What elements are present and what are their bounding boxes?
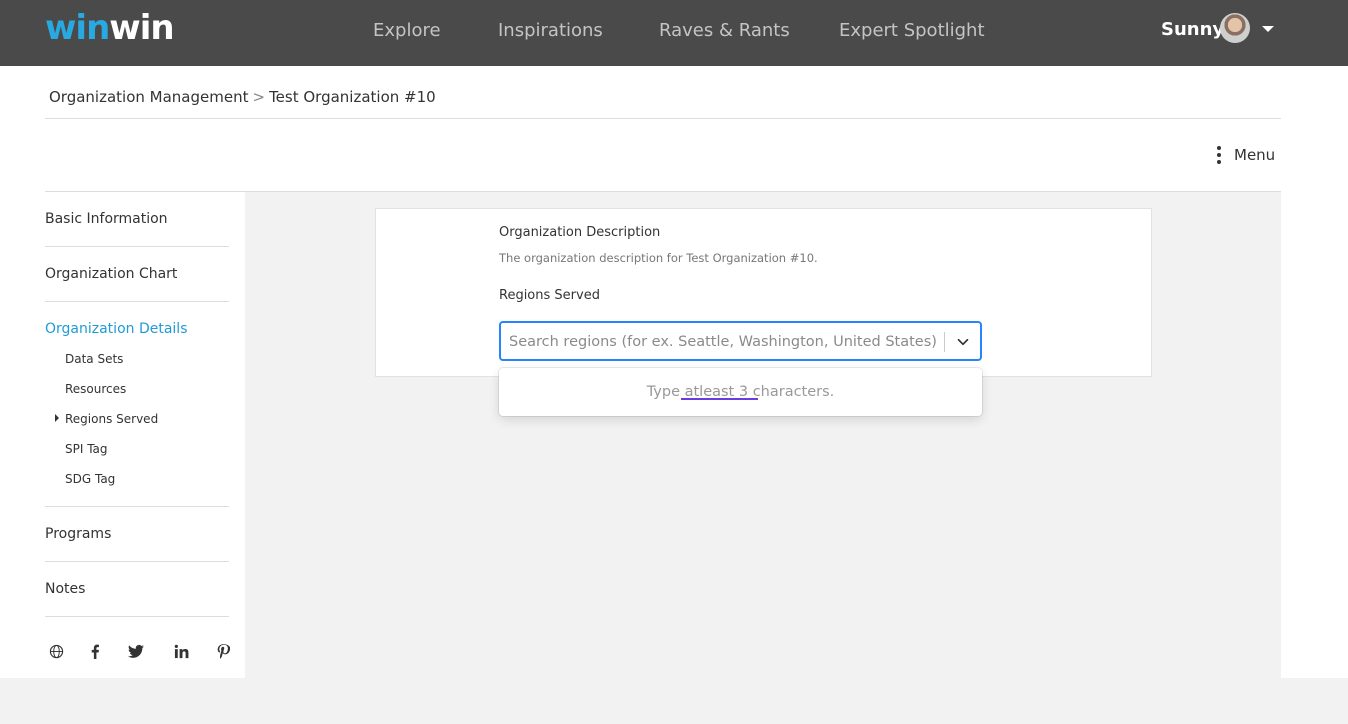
sidebar-item-organization-details[interactable]: Organization Details (45, 320, 188, 338)
regions-served-label: Regions Served (499, 288, 600, 303)
kebab-menu-icon (1217, 146, 1221, 164)
nav-expert-spotlight[interactable]: Expert Spotlight (839, 20, 985, 42)
sidebar-subitem-resources[interactable]: Resources (65, 381, 126, 397)
breadcrumb-separator: > (252, 88, 266, 106)
sidebar-item-programs[interactable]: Programs (45, 525, 111, 543)
sidebar-divider (45, 301, 229, 302)
twitter-icon[interactable] (128, 643, 144, 659)
regions-search-input[interactable] (509, 331, 939, 353)
logo-part2: win (109, 8, 174, 48)
indicator-separator (944, 332, 945, 352)
chevron-down-icon[interactable] (954, 333, 972, 351)
regions-dropdown-menu: Type atleast 3 characters. (499, 368, 982, 416)
organization-description-label: Organization Description (499, 225, 661, 240)
globe-icon[interactable] (48, 643, 64, 659)
facebook-icon[interactable] (87, 643, 103, 659)
sidebar-subitem-sdg-tag[interactable]: SDG Tag (65, 471, 115, 487)
nav-raves-rants[interactable]: Raves & Rants (659, 20, 790, 42)
regions-search-select[interactable] (499, 321, 982, 361)
sidebar-subitem-regions-served[interactable]: Regions Served (65, 411, 158, 427)
user-name[interactable]: Sunny (1161, 19, 1224, 41)
menu-button[interactable]: Menu (1217, 144, 1275, 166)
winwin-logo[interactable]: winwin (45, 8, 175, 48)
sidebar-divider (45, 616, 229, 617)
nav-explore[interactable]: Explore (373, 20, 441, 42)
logo-part1: win (45, 8, 110, 48)
sidebar-subitem-spi-tag[interactable]: SPI Tag (65, 441, 108, 457)
sidebar-divider (45, 561, 229, 562)
nav-inspirations[interactable]: Inspirations (498, 20, 603, 42)
divider (45, 118, 1281, 119)
linkedin-icon[interactable] (173, 643, 189, 659)
breadcrumb: Organization Management > Test Organizatio… (49, 87, 436, 107)
pinterest-icon[interactable] (215, 643, 231, 659)
user-avatar[interactable] (1220, 13, 1250, 43)
spellcheck-underline (681, 398, 758, 400)
sidebar-item-basic-information[interactable]: Basic Information (45, 210, 168, 228)
sidebar-divider (45, 246, 229, 247)
sidebar-item-organization-chart[interactable]: Organization Chart (45, 265, 177, 283)
organization-description-value: The organization description for Test Or… (499, 251, 818, 265)
sidebar-subitem-data-sets[interactable]: Data Sets (65, 351, 123, 367)
top-navigation-bar: winwin Explore Inspirations Raves & Rant… (0, 0, 1348, 66)
footer-strip (0, 678, 1348, 724)
caret-right-icon (55, 414, 59, 422)
user-menu-caret-icon[interactable] (1262, 26, 1274, 32)
menu-label: Menu (1234, 146, 1276, 164)
breadcrumb-current: Test Organization #10 (269, 88, 436, 106)
sidebar-item-notes[interactable]: Notes (45, 580, 85, 598)
sidebar-divider (45, 506, 229, 507)
breadcrumb-parent-link[interactable]: Organization Management (49, 88, 248, 106)
